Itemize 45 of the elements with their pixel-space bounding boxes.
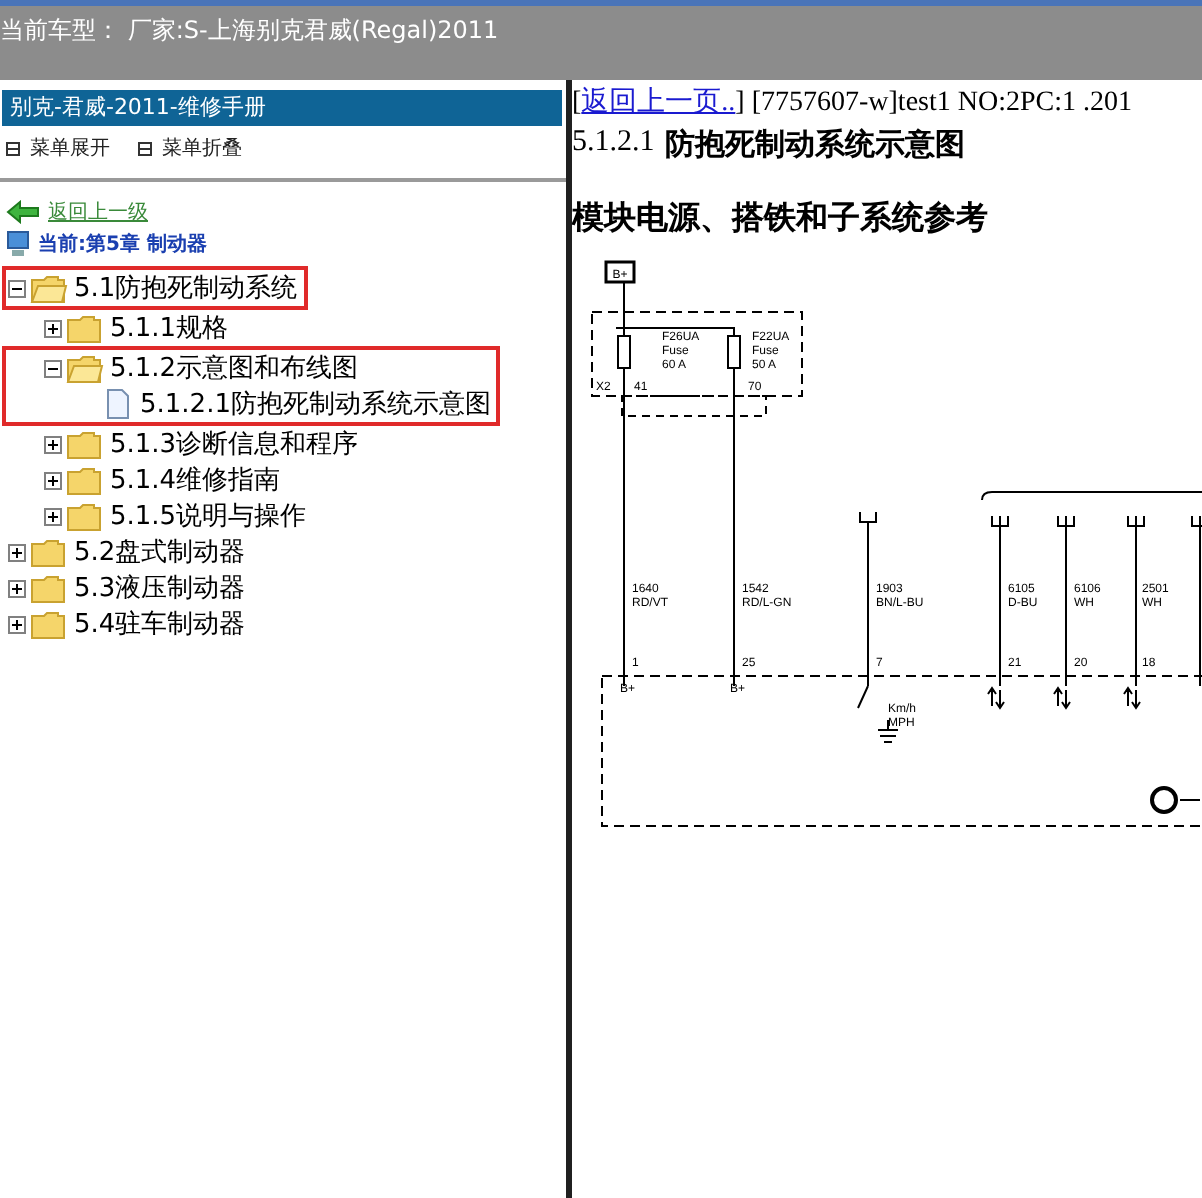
expand-icon[interactable] [44,471,66,489]
open-folder-icon [30,273,68,303]
folder-icon [66,313,104,343]
menu-toggle-button[interactable]: 菜单展开 [6,134,110,162]
vehicle-title: 当前车型： 厂家:S-上海别克君威(Regal)2011 [0,14,501,48]
tree-item[interactable]: 5.2盘式制动器 [74,534,246,570]
tree-item[interactable]: 5.1.5说明与操作 [110,498,307,534]
subsection-heading: 模块电源、搭铁和子系统参考 [572,198,990,240]
tree-item[interactable]: 5.1.3诊断信息和程序 [110,426,359,462]
expand-icon[interactable] [44,319,66,337]
current-chapter: 当前:第5章 制动器 [38,230,207,258]
tree-item[interactable]: 5.1防抱死制动系统 [74,270,298,306]
tree-item[interactable]: 5.1.2示意图和布线图 [110,350,359,386]
tree-item[interactable]: 5.1.4维修指南 [110,462,281,498]
back-arrow-icon [6,200,40,224]
folder-icon [30,609,68,639]
expand-icon[interactable] [8,615,30,633]
tree-item[interactable]: 5.1.1规格 [110,310,229,346]
expand-icon[interactable] [44,507,66,525]
bracket-text: [ [572,88,582,118]
list-icon [138,141,152,155]
collapse-icon[interactable] [44,359,66,377]
open-folder-icon [66,353,104,383]
back-link[interactable]: 返回上一级 [48,198,148,226]
tree-item[interactable]: 5.3液压制动器 [74,570,246,606]
folder-icon [66,465,104,495]
section-number: 5.1.2.1 [572,126,655,162]
expand-icon[interactable] [44,435,66,453]
section-title: 防抱死制动系统示意图 [664,126,965,164]
manual-title: 别克-君威-2011-维修手册 [2,90,562,126]
folder-icon [66,501,104,531]
tree-item[interactable]: 5.1.2.1防抱死制动系统示意图 [140,386,491,422]
document-info: ] [7757607-w]test1 NO:2PC:1 .201 [735,88,1132,118]
expand-icon[interactable] [8,543,30,561]
list-icon [6,141,20,155]
folder-icon [66,429,104,459]
menu-toggle-button[interactable]: 菜单折叠 [138,134,242,162]
folder-icon [30,573,68,603]
expand-icon[interactable] [8,579,30,597]
collapse-icon[interactable] [8,279,30,297]
computer-icon [6,230,30,258]
back-link[interactable]: 返回上一页.. [581,88,736,118]
folder-icon [30,537,68,567]
document-icon [102,388,134,420]
tree-item[interactable]: 5.4驻车制动器 [74,606,246,642]
